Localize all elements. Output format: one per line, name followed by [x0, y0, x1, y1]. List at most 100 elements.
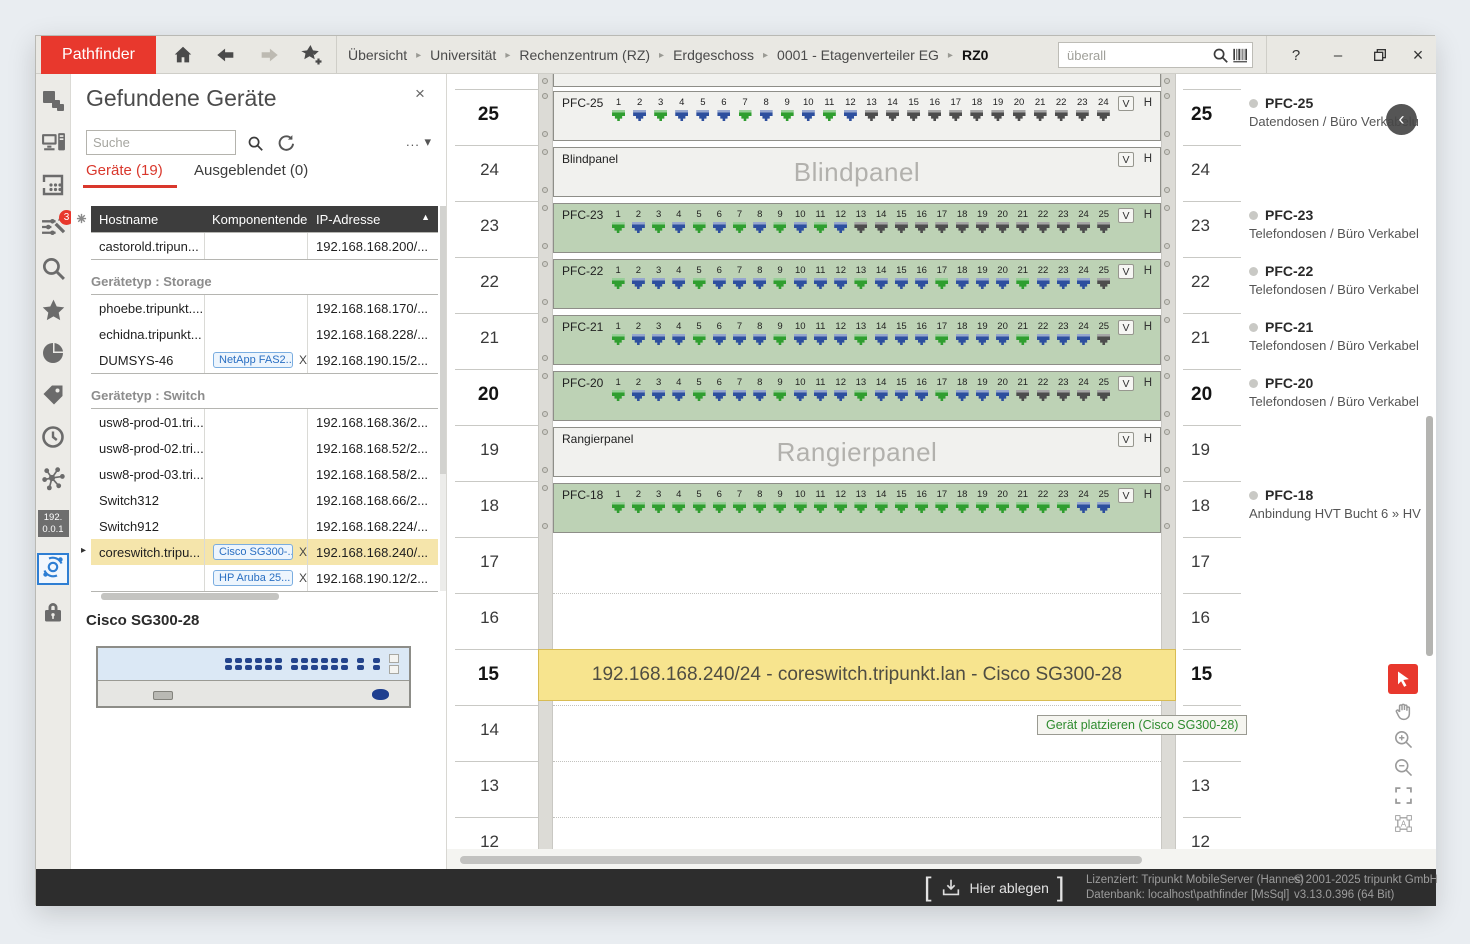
port[interactable]: 13: [851, 377, 871, 417]
topology-icon[interactable]: [40, 90, 66, 116]
port[interactable]: 25: [1094, 321, 1114, 361]
port[interactable]: 6: [709, 265, 729, 305]
port[interactable]: 2: [628, 377, 648, 417]
remove-component-button[interactable]: X: [299, 545, 307, 559]
port[interactable]: 7: [729, 209, 749, 249]
port[interactable]: 24: [1073, 489, 1093, 529]
table-row[interactable]: HP Aruba 25...X192.168.190.12/2...: [91, 565, 438, 591]
port[interactable]: 18: [952, 377, 972, 417]
port[interactable]: 20: [992, 209, 1012, 249]
rack-horizontal-scrollbar[interactable]: [460, 856, 1142, 864]
port[interactable]: 8: [750, 321, 770, 361]
table-row[interactable]: DUMSYS-46NetApp FAS2...X192.168.190.15/2…: [91, 347, 438, 373]
search-icon[interactable]: [244, 132, 266, 154]
rack-panel-info[interactable]: PFC-22Telefondosen / Büro Verkabel: [1249, 263, 1425, 297]
port[interactable]: 19: [972, 209, 992, 249]
port[interactable]: 3: [648, 489, 668, 529]
refresh-icon[interactable]: [275, 132, 297, 154]
port[interactable]: 2: [628, 321, 648, 361]
panel-v-button[interactable]: V: [1118, 152, 1134, 167]
port[interactable]: 15: [891, 209, 911, 249]
port[interactable]: 25: [1094, 377, 1114, 417]
panel-v-button[interactable]: V: [1118, 320, 1134, 335]
port[interactable]: 10: [798, 97, 819, 137]
star-icon[interactable]: [40, 300, 66, 326]
breadcrumb-item[interactable]: Universität: [430, 47, 496, 63]
port[interactable]: 21: [1013, 265, 1033, 305]
port[interactable]: 5: [689, 321, 709, 361]
port[interactable]: 20: [992, 321, 1012, 361]
port[interactable]: 23: [1053, 321, 1073, 361]
port[interactable]: 18: [952, 489, 972, 529]
port[interactable]: 2: [629, 97, 650, 137]
port[interactable]: 6: [713, 97, 734, 137]
port[interactable]: 24: [1073, 377, 1093, 417]
port[interactable]: 20: [992, 265, 1012, 305]
rack-panel-pfc-20[interactable]: PFC-201234567891011121314151617181920212…: [553, 371, 1161, 421]
table-row[interactable]: castorold.tripun...192.168.168.200/...: [91, 233, 438, 259]
port[interactable]: 3: [650, 97, 671, 137]
port[interactable]: 8: [750, 489, 770, 529]
port[interactable]: 12: [831, 209, 851, 249]
port[interactable]: 23: [1053, 377, 1073, 417]
port[interactable]: 9: [770, 265, 790, 305]
table-row[interactable]: usw8-prod-01.tri...192.168.168.36/2...: [91, 409, 438, 435]
breadcrumb-item[interactable]: RZ0: [962, 47, 988, 63]
port[interactable]: 5: [689, 377, 709, 417]
close-panel-icon[interactable]: ×: [415, 84, 425, 104]
port[interactable]: 16: [912, 489, 932, 529]
port[interactable]: 24: [1073, 265, 1093, 305]
port[interactable]: 15: [891, 321, 911, 361]
port[interactable]: 23: [1053, 265, 1073, 305]
port[interactable]: 1: [608, 265, 628, 305]
port[interactable]: 8: [750, 265, 770, 305]
table-row[interactable]: echidna.tripunkt...192.168.168.228/...: [91, 321, 438, 347]
port[interactable]: 22: [1033, 265, 1053, 305]
breadcrumb-item[interactable]: 0001 - Etagenverteiler EG: [777, 47, 939, 63]
column-header[interactable]: IP-Adresse ▲: [308, 212, 438, 227]
port[interactable]: 3: [648, 265, 668, 305]
table-row[interactable]: Switch312192.168.168.66/2...: [91, 487, 438, 513]
rack-panel-rangierpanel[interactable]: RangierpanelRangierpanelVH: [553, 427, 1161, 477]
port[interactable]: 11: [819, 97, 840, 137]
port[interactable]: 12: [840, 97, 861, 137]
port[interactable]: 4: [669, 209, 689, 249]
table-settings-icon[interactable]: [76, 211, 87, 229]
port[interactable]: 12: [831, 489, 851, 529]
port[interactable]: 22: [1033, 377, 1053, 417]
rack-panel-info[interactable]: PFC-18Anbindung HVT Bucht 6 » HV: [1249, 487, 1425, 521]
remove-component-button[interactable]: X: [299, 571, 307, 585]
port[interactable]: 18: [952, 209, 972, 249]
port[interactable]: 2: [628, 265, 648, 305]
panel-v-button[interactable]: V: [1118, 376, 1134, 391]
port[interactable]: 5: [689, 489, 709, 529]
table-row[interactable]: usw8-prod-03.tri...192.168.168.58/2...: [91, 461, 438, 487]
rack-panel-pfc-18[interactable]: PFC-181234567891011121314151617181920212…: [553, 483, 1161, 533]
collapse-panel-button[interactable]: ‹: [1386, 104, 1417, 135]
port[interactable]: 25: [1094, 209, 1114, 249]
port[interactable]: 14: [871, 209, 891, 249]
port[interactable]: 3: [648, 209, 668, 249]
tools-icon[interactable]: 3: [40, 216, 66, 242]
port[interactable]: 5: [689, 265, 709, 305]
port[interactable]: 17: [932, 265, 952, 305]
table-row[interactable]: coreswitch.tripu...Cisco SG300-...X192.1…: [91, 539, 438, 565]
port[interactable]: 17: [932, 377, 952, 417]
discovery-icon[interactable]: [40, 556, 66, 582]
drop-here-zone[interactable]: [ Hier ablegen ]: [924, 869, 1064, 906]
port[interactable]: 24: [1073, 321, 1093, 361]
port[interactable]: 7: [729, 321, 749, 361]
component-badge[interactable]: NetApp FAS2...: [213, 352, 293, 368]
panel-v-button[interactable]: V: [1118, 264, 1134, 279]
port[interactable]: 21: [1013, 489, 1033, 529]
sort-arrow-icon[interactable]: ▲: [421, 212, 430, 222]
lock-icon[interactable]: [40, 601, 66, 627]
ip-address-button[interactable]: 192.0.0.1: [38, 510, 69, 537]
rack-panel-info[interactable]: PFC-21Telefondosen / Büro Verkabel: [1249, 319, 1425, 353]
port[interactable]: 1: [608, 489, 628, 529]
rack-panel-pfc-21[interactable]: PFC-211234567891011121314151617181920212…: [553, 315, 1161, 365]
port[interactable]: 1: [608, 321, 628, 361]
port[interactable]: 19: [987, 97, 1008, 137]
port[interactable]: 10: [790, 209, 810, 249]
port[interactable]: 9: [770, 209, 790, 249]
